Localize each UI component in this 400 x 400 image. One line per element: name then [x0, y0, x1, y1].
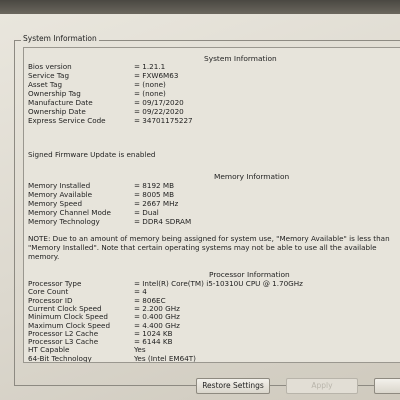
memory-info-value: = Dual: [134, 208, 159, 217]
memory-info-label: Memory Channel Mode: [28, 208, 111, 217]
memory-section-title: Memory Information: [214, 172, 290, 181]
system-info-value: = 09/22/2020: [134, 107, 184, 116]
system-section-title: System Information: [204, 54, 277, 63]
system-info-value: = (none): [134, 80, 166, 89]
group-title: System Information: [21, 34, 99, 43]
memory-info-value: = 8005 MB: [134, 190, 175, 199]
memory-info-label: Memory Installed: [28, 181, 91, 190]
system-info-value: = 34701175227: [134, 116, 193, 125]
system-info-label: Manufacture Date: [28, 98, 93, 107]
memory-note: NOTE: Due to an amount of memory being a…: [28, 234, 390, 261]
restore-settings-button[interactable]: Restore Settings: [196, 378, 270, 394]
system-info-label: Service Tag: [28, 71, 70, 80]
system-info-value: = FXW6M63: [134, 71, 179, 80]
memory-info-value: = DDR4 SDRAM: [134, 217, 192, 226]
system-information-group: System Information System Information Bi…: [14, 34, 400, 386]
system-info-label: Asset Tag: [28, 80, 63, 89]
memory-info-label: Memory Technology: [28, 217, 100, 226]
memory-info-label: Memory Speed: [28, 199, 83, 208]
monitor-bezel: [0, 0, 400, 14]
system-info-value: = 1.21.1: [134, 62, 166, 71]
system-info-value: = 09/17/2020: [134, 98, 184, 107]
apply-button[interactable]: Apply: [286, 378, 358, 394]
processor-info-value: Yes (Intel EM64T): [134, 353, 196, 363]
system-info-label: Ownership Date: [28, 107, 86, 116]
system-info-label: Express Service Code: [28, 116, 106, 125]
processor-info-label: 64-Bit Technology: [28, 353, 92, 363]
system-info-value: = (none): [134, 89, 166, 98]
memory-info-value: = 2667 MHz: [134, 199, 179, 208]
system-info-label: Bios version: [28, 62, 72, 71]
firmware-status: Signed Firmware Update is enabled: [28, 150, 156, 159]
processor-info-value: = Intel(R) Core(TM) i5-10310U CPU @ 1.70…: [134, 279, 303, 288]
memory-info-label: Memory Available: [28, 190, 93, 199]
processor-section-title: Processor Information: [209, 270, 290, 279]
bios-screen: System Information System Information Bi…: [0, 14, 400, 400]
information-panel[interactable]: System Information Bios version = 1.21.1 S…: [23, 47, 400, 363]
memory-info-value: = 8192 MB: [134, 181, 175, 190]
exit-button[interactable]: [374, 378, 400, 394]
system-info-label: Ownership Tag: [28, 89, 81, 98]
